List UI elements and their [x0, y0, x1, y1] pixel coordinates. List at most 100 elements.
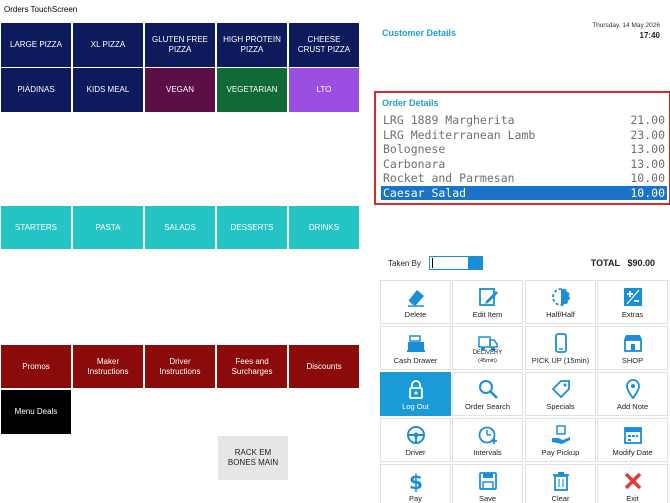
action-label: PICK UP (15min)	[526, 357, 595, 365]
shop-button[interactable]: SHOP	[597, 326, 668, 370]
action-label-text: Delete	[404, 310, 427, 319]
action-label-text: Add Note	[616, 402, 649, 411]
order-line-price: 10.00	[630, 171, 665, 186]
order-line-price: 10.00	[630, 186, 665, 200]
action-label: Half/Half	[526, 311, 595, 319]
order-line[interactable]: LRG Mediterranean Lamb 23.00	[381, 128, 667, 142]
action-label: Delete	[381, 311, 450, 319]
title-bar: Orders TouchScreen	[0, 0, 670, 20]
order-search-button[interactable]: Order Search	[452, 372, 523, 416]
category-button-promos[interactable]: Promos	[1, 345, 71, 388]
action-label: Pay Pickup	[526, 449, 595, 457]
log-out-button[interactable]: Log Out	[380, 372, 451, 416]
taken-by-dropdown-button[interactable]	[468, 257, 482, 269]
pay-pickup-button[interactable]: Pay Pickup	[525, 418, 596, 462]
half-circle-icon	[550, 286, 572, 308]
action-label-text: Clear	[551, 494, 570, 503]
close-icon	[622, 470, 644, 492]
action-label-text: Driver	[405, 448, 426, 457]
category-button-drinks[interactable]: DRINKS	[289, 206, 359, 249]
action-label-text: Modify Date	[612, 448, 653, 457]
order-details-panel: Order Details LRG 1889 Margherita 21.00 LR…	[374, 91, 670, 205]
action-label: Specials	[526, 403, 595, 411]
action-label: Order Search	[453, 403, 522, 411]
category-button-high-protein-pizza[interactable]: HIGH PROTEIN PIZZA	[217, 23, 287, 67]
order-line-name: LRG Mediterranean Lamb	[383, 127, 536, 142]
category-button-piadinas[interactable]: PIADINAS	[1, 68, 71, 112]
save-button[interactable]: Save	[452, 464, 523, 503]
cash-register-icon	[405, 332, 427, 354]
dollar-icon: $	[405, 470, 427, 494]
order-line[interactable]: Rocket and Parmesan 10.00	[381, 171, 667, 185]
edit-icon	[477, 286, 499, 308]
action-label-text: Save	[478, 494, 497, 503]
category-button-vegetarian[interactable]: VEGETARIAN	[217, 68, 287, 112]
edit-item-button[interactable]: Edit Item	[452, 280, 523, 324]
action-label: Add Note	[598, 403, 667, 411]
driver-button[interactable]: Driver	[380, 418, 451, 462]
window-title: Orders TouchScreen	[4, 5, 78, 14]
category-button-xl-pizza[interactable]: XL PIZZA	[73, 23, 143, 67]
action-label-text: Half/Half	[546, 310, 575, 319]
category-button-kids-meal[interactable]: KIDS MEAL	[73, 68, 143, 112]
category-button-driver-instructions[interactable]: Driver Instructions	[145, 345, 215, 388]
category-button-discounts[interactable]: Discounts	[289, 345, 359, 388]
category-button-desserts[interactable]: DESSERTS	[217, 206, 287, 249]
delete-button[interactable]: Delete	[380, 280, 451, 324]
action-label-text: Order Search	[464, 402, 511, 411]
action-label: Log Out	[381, 403, 450, 411]
exit-button[interactable]: Exit	[597, 464, 668, 503]
category-button-fees-and-surcharges[interactable]: Fees and Surcharges	[217, 345, 287, 388]
taken-by-field[interactable]	[429, 256, 483, 270]
pay-button[interactable]: $ Pay	[380, 464, 451, 503]
category-button-starters[interactable]: STARTERS	[1, 206, 71, 249]
extras-button[interactable]: Extras	[597, 280, 668, 324]
shop-icon	[622, 332, 644, 354]
category-button-vegan[interactable]: VEGAN	[145, 68, 215, 112]
category-button-menu-deals[interactable]: Menu Deals	[1, 390, 71, 434]
add-note-button[interactable]: Add Note	[597, 372, 668, 416]
order-line-name: Caesar Salad	[383, 186, 467, 200]
order-line-price: 13.00	[630, 142, 665, 157]
order-line[interactable]: Carbonara 13.00	[381, 157, 667, 171]
hand-money-icon	[550, 424, 572, 446]
category-button-pasta[interactable]: PASTA	[73, 206, 143, 249]
category-button-lto[interactable]: LTO	[289, 68, 359, 112]
taken-by-label: Taken By	[388, 259, 421, 268]
category-button-cheese-crust-pizza[interactable]: CHEESE CRUST PIZZA	[289, 23, 359, 67]
order-line-price: 21.00	[630, 113, 665, 127]
svg-text:$: $	[409, 470, 423, 492]
action-label: DELIVERY (45min)	[453, 349, 522, 365]
category-button-rack-em-bones-main[interactable]: RACK EM BONES MAIN	[218, 436, 288, 480]
modify-date-button[interactable]: Modify Date	[597, 418, 668, 462]
tag-icon	[550, 378, 572, 400]
order-line-price: 23.00	[630, 127, 665, 142]
clear-button[interactable]: Clear	[525, 464, 596, 503]
action-label-text: Log Out	[402, 402, 429, 411]
action-label-text: SHOP	[621, 356, 644, 365]
action-label-text: DELIVERY	[472, 350, 503, 356]
order-details-title: Order Details	[382, 98, 439, 108]
order-line-name: LRG 1889 Margherita	[383, 113, 515, 127]
category-button-gluten-free-pizza[interactable]: GLUTEN FREE PIZZA	[145, 23, 215, 67]
orders-touchscreen-window: Orders TouchScreen LARGE PIZZA XL PIZZA GL…	[0, 0, 670, 503]
order-line[interactable]: Bolognese 13.00	[381, 142, 667, 156]
specials-button[interactable]: Specials	[525, 372, 596, 416]
eraser-icon	[405, 286, 427, 308]
category-button-salads[interactable]: SALADS	[145, 206, 215, 249]
cash-drawer-button[interactable]: Cash Drawer	[380, 326, 451, 370]
category-button-maker-instructions[interactable]: Maker Instructions	[73, 345, 143, 388]
trash-icon	[550, 470, 572, 492]
current-time: 17:40	[639, 31, 660, 40]
intervals-button[interactable]: Intervals	[452, 418, 523, 462]
order-line-name: Rocket and Parmesan	[383, 171, 515, 186]
customer-details-title: Customer Details	[382, 28, 457, 38]
category-button-large-pizza[interactable]: LARGE PIZZA	[1, 23, 71, 67]
steering-wheel-icon	[405, 424, 427, 446]
delivery-button[interactable]: DELIVERY (45min)	[452, 326, 523, 370]
order-line[interactable]: Caesar Salad 10.00	[381, 186, 667, 200]
action-label: Modify Date	[598, 449, 667, 457]
order-line[interactable]: LRG 1889 Margherita 21.00	[381, 113, 667, 127]
half-half-button[interactable]: Half/Half	[525, 280, 596, 324]
pick-up-15min-button[interactable]: PICK UP (15min)	[525, 326, 596, 370]
